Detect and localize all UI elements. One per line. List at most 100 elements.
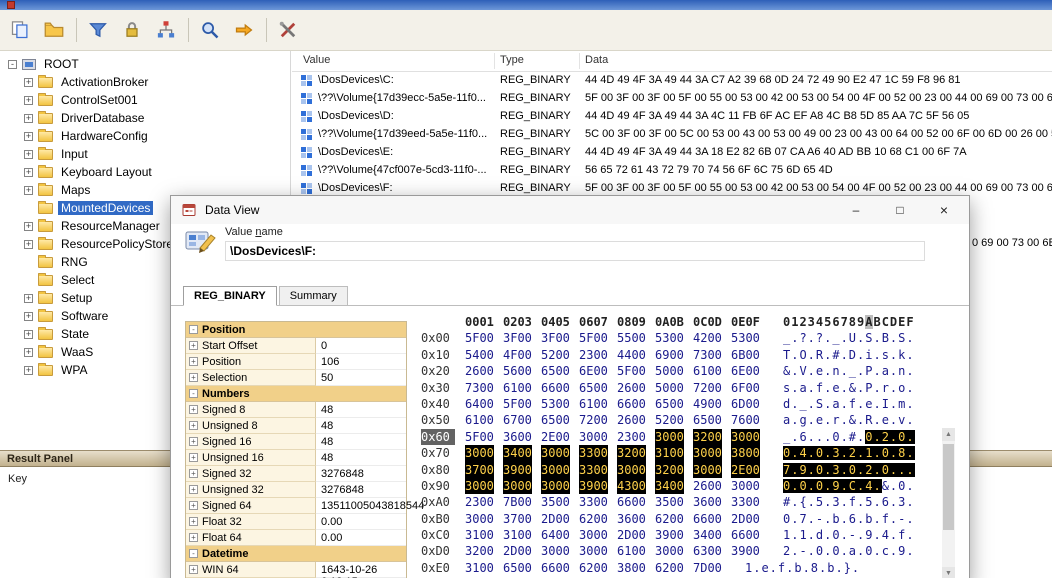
hex-offset-gutter[interactable]: 0x80 <box>421 462 455 478</box>
hex-row-0xD0[interactable]: 0xD032002D003000300061003000630039002.-.… <box>421 543 933 559</box>
hex-byte-group[interactable]: 3F00 <box>541 330 570 346</box>
property-row-signed-8[interactable]: +Signed 848 <box>186 402 406 418</box>
hex-row-0x20[interactable]: 0x202600560065006E005F00500061006E00&.V.… <box>421 363 933 379</box>
hex-byte-group[interactable]: 6900 <box>655 347 684 363</box>
hex-byte-group[interactable]: 5F00 <box>579 330 608 346</box>
expand-box-icon[interactable]: + <box>24 150 33 159</box>
hex-byte-group[interactable]: 4F00 <box>503 347 532 363</box>
hex-byte-group[interactable]: 6700 <box>503 412 532 428</box>
hex-byte-group[interactable]: 5F00 <box>617 363 646 379</box>
search-button[interactable] <box>196 16 224 44</box>
hex-row-0x80[interactable]: 0x8037003900300033003000320030002E007.9.… <box>421 462 933 478</box>
hex-byte-group[interactable]: 3100 <box>465 560 494 576</box>
hex-byte-group[interactable]: 5300 <box>541 396 570 412</box>
property-row-float-32[interactable]: +Float 320.00 <box>186 514 406 530</box>
hex-byte-group[interactable]: 5500 <box>617 330 646 346</box>
hex-byte-group[interactable]: 6400 <box>541 527 570 543</box>
hex-byte-group[interactable]: 3500 <box>541 494 570 510</box>
hex-byte-group[interactable]: 3000 <box>731 429 760 445</box>
hex-ascii-column[interactable]: _.?.?._.U.S.B.S. <box>783 331 915 345</box>
close-button[interactable]: × <box>927 196 961 224</box>
expand-box-icon[interactable]: + <box>24 222 33 231</box>
expand-box-icon[interactable]: + <box>189 405 198 414</box>
hex-offset-gutter[interactable]: 0x10 <box>421 347 455 363</box>
hex-offset-gutter[interactable]: 0x40 <box>421 396 455 412</box>
hex-byte-group[interactable]: 3600 <box>693 494 722 510</box>
hex-row-0x90[interactable]: 0x90300030003000390043003400260030000.0.… <box>421 478 933 494</box>
hex-byte-group[interactable]: 3600 <box>503 429 532 445</box>
hex-ascii-column[interactable]: 0.7.-.b.6.b.f.-. <box>783 512 915 526</box>
hex-byte-group[interactable]: 7B00 <box>503 494 532 510</box>
hex-byte-group[interactable]: 2E00 <box>541 429 570 445</box>
expand-box-icon[interactable]: + <box>24 96 33 105</box>
column-divider[interactable] <box>494 53 495 69</box>
hex-byte-group[interactable]: 3100 <box>503 527 532 543</box>
collapse-box-icon[interactable]: - <box>189 325 198 334</box>
hex-byte-group[interactable]: 3300 <box>579 462 608 478</box>
copy-button[interactable] <box>6 16 34 44</box>
hex-byte-group[interactable]: 6200 <box>579 511 608 527</box>
hex-ascii-column[interactable]: 1.e.f.b.8.b.}. <box>745 561 860 575</box>
hex-byte-group[interactable]: 3200 <box>617 445 646 461</box>
tree-item-input[interactable]: +Input <box>0 145 290 163</box>
hex-byte-group[interactable]: 3200 <box>465 543 494 559</box>
hex-ascii-column[interactable]: 0.4.0.3.2.1.0.8. <box>783 446 915 460</box>
hex-byte-group[interactable]: 5000 <box>655 380 684 396</box>
hex-ascii-column[interactable]: a.g.e.r.&.R.e.v. <box>783 413 915 427</box>
dialog-titlebar[interactable]: Data View – □ × <box>171 196 969 224</box>
hex-byte-group[interactable]: 3400 <box>655 478 684 494</box>
hex-byte-group[interactable]: 3100 <box>465 527 494 543</box>
hex-byte-group[interactable]: 6300 <box>693 543 722 559</box>
property-row-start-offset[interactable]: +Start Offset0 <box>186 338 406 354</box>
expand-box-icon[interactable]: + <box>189 437 198 446</box>
hex-byte-group[interactable]: 6600 <box>541 380 570 396</box>
hex-ascii-column[interactable]: 2.-.0.0.a.0.c.9. <box>783 544 915 558</box>
hex-byte-group[interactable]: 7300 <box>693 347 722 363</box>
hex-byte-group[interactable]: 6600 <box>541 560 570 576</box>
table-row[interactable]: \DosDevices\D:REG_BINARY44 4D 49 4F 3A 4… <box>292 108 1052 126</box>
expand-box-icon[interactable]: + <box>189 565 198 574</box>
hex-byte-group[interactable]: 6500 <box>579 380 608 396</box>
hex-byte-group[interactable]: 2300 <box>579 347 608 363</box>
tree-item-hardwareconfig[interactable]: +HardwareConfig <box>0 127 290 145</box>
hex-byte-group[interactable]: 3200 <box>693 429 722 445</box>
hex-byte-group[interactable]: 3000 <box>655 543 684 559</box>
window-titlebar[interactable] <box>0 0 1052 10</box>
hex-byte-group[interactable]: 2300 <box>465 494 494 510</box>
table-row[interactable]: \DosDevices\E:REG_BINARY44 4D 49 4F 3A 4… <box>292 144 1052 162</box>
hex-byte-group[interactable]: 6100 <box>579 396 608 412</box>
hex-byte-group[interactable]: 5200 <box>655 412 684 428</box>
hex-byte-group[interactable]: 5000 <box>655 363 684 379</box>
property-row-signed-64[interactable]: +Signed 6413511005043818544 <box>186 498 406 514</box>
hex-offset-gutter[interactable]: 0xD0 <box>421 543 455 559</box>
hex-byte-group[interactable]: 5F00 <box>465 330 494 346</box>
expand-box-icon[interactable]: + <box>189 421 198 430</box>
expand-box-icon[interactable]: + <box>189 341 198 350</box>
hex-byte-group[interactable]: 3000 <box>465 478 494 494</box>
hex-byte-group[interactable]: 3000 <box>541 543 570 559</box>
hex-byte-group[interactable]: 3000 <box>503 478 532 494</box>
column-header-data[interactable]: Data <box>585 54 608 66</box>
hex-byte-group[interactable]: 3000 <box>541 445 570 461</box>
hex-byte-group[interactable]: 7D00 <box>693 560 722 576</box>
hex-byte-group[interactable]: 6100 <box>693 363 722 379</box>
scroll-down-icon[interactable]: ▼ <box>942 567 955 578</box>
hex-offset-gutter[interactable]: 0xE0 <box>421 560 455 576</box>
hex-byte-group[interactable]: 3000 <box>693 462 722 478</box>
hex-byte-group[interactable]: 3100 <box>655 445 684 461</box>
hierarchy-button[interactable] <box>152 16 180 44</box>
hex-byte-group[interactable]: 3000 <box>579 429 608 445</box>
hex-byte-group[interactable]: 6200 <box>579 560 608 576</box>
hex-byte-group[interactable]: 3000 <box>465 511 494 527</box>
hex-row-0xB0[interactable]: 0xB0300037002D0062003600620066002D000.7.… <box>421 511 933 527</box>
tree-item-activationbroker[interactable]: +ActivationBroker <box>0 73 290 91</box>
hex-byte-group[interactable]: 6F00 <box>731 380 760 396</box>
hex-byte-group[interactable]: 2E00 <box>731 462 760 478</box>
hex-row-0x40[interactable]: 0x4064005F00530061006600650049006D00d._.… <box>421 396 933 412</box>
hex-byte-group[interactable]: 3400 <box>503 445 532 461</box>
hex-row-0x10[interactable]: 0x1054004F00520023004400690073006B00T.O.… <box>421 347 933 363</box>
hex-byte-group[interactable]: 2D00 <box>541 511 570 527</box>
hex-byte-group[interactable]: 5F00 <box>465 429 494 445</box>
hex-byte-group[interactable]: 3500 <box>655 494 684 510</box>
expand-box-icon[interactable]: + <box>189 373 198 382</box>
